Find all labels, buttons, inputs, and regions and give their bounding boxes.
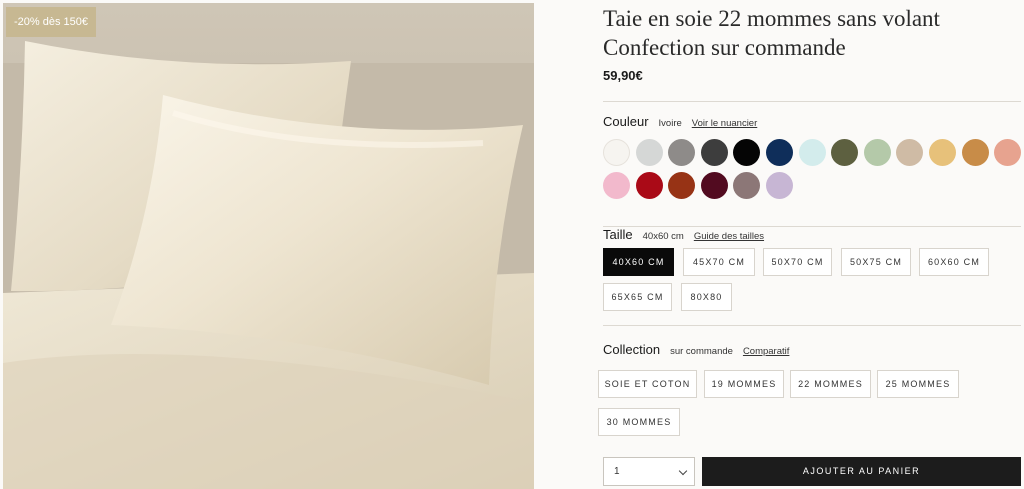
product-price: 59,90€: [603, 68, 643, 83]
color-swatch[interactable]: [733, 172, 761, 199]
color-swatch[interactable]: [765, 139, 793, 166]
color-swatch[interactable]: [733, 139, 761, 166]
divider: [603, 325, 1021, 326]
collection-option-button[interactable]: 30 MOMMES: [598, 408, 680, 436]
color-chart-link[interactable]: Voir le nuancier: [692, 118, 757, 129]
add-to-cart-button[interactable]: AJOUTER AU PANIER: [702, 457, 1021, 486]
color-option-row: Couleur Ivoire Voir le nuancier: [603, 114, 757, 129]
color-swatch[interactable]: [603, 139, 630, 166]
color-swatch[interactable]: [700, 172, 728, 199]
collection-selected-value: sur commande: [670, 346, 733, 357]
size-option-button[interactable]: 50X75 CM: [841, 248, 911, 276]
quantity-select[interactable]: 1: [603, 457, 695, 486]
product-photo: [3, 3, 534, 489]
quantity-value: 1: [614, 466, 620, 477]
comparison-link[interactable]: Comparatif: [743, 346, 789, 357]
color-selected-value: Ivoire: [658, 118, 682, 129]
color-swatch[interactable]: [635, 139, 663, 166]
size-label: Taille: [603, 227, 633, 242]
color-swatch[interactable]: [700, 139, 728, 166]
color-swatch[interactable]: [928, 139, 956, 166]
color-swatch[interactable]: [668, 139, 696, 166]
size-guide-link[interactable]: Guide des tailles: [694, 231, 764, 242]
promo-badge: -20% dès 150€: [6, 7, 96, 37]
color-swatch[interactable]: [994, 139, 1022, 166]
color-swatch[interactable]: [896, 139, 924, 166]
size-selected-value: 40x60 cm: [642, 231, 684, 242]
collection-option-button[interactable]: 19 MOMMES: [704, 370, 784, 398]
color-swatch[interactable]: [961, 139, 989, 166]
color-swatch[interactable]: [831, 139, 859, 166]
size-option-row: Taille 40x60 cm Guide des tailles: [603, 227, 764, 242]
size-option-button[interactable]: 45X70 CM: [683, 248, 755, 276]
collection-option-row: Collection sur commande Comparatif: [603, 342, 789, 357]
product-image: -20% dès 150€: [3, 3, 534, 489]
collection-label: Collection: [603, 342, 661, 357]
collection-option-button[interactable]: 22 MOMMES: [790, 370, 871, 398]
color-label: Couleur: [603, 114, 649, 129]
divider: [603, 101, 1021, 102]
size-option-button[interactable]: 65X65 CM: [603, 283, 672, 311]
size-option-button[interactable]: 60X60 CM: [919, 248, 989, 276]
collection-option-button[interactable]: SOIE ET COTON: [598, 370, 697, 398]
chevron-down-icon: [678, 466, 688, 476]
size-option-button[interactable]: 50X70 CM: [763, 248, 832, 276]
color-swatches: [603, 139, 1023, 199]
product-title: Taie en soie 22 mommes sans volant Confe…: [603, 6, 940, 60]
color-swatch[interactable]: [798, 139, 826, 166]
color-swatch[interactable]: [603, 172, 630, 199]
size-option-button[interactable]: 40X60 CM: [603, 248, 674, 276]
color-swatch[interactable]: [668, 172, 696, 199]
color-swatch[interactable]: [863, 139, 891, 166]
color-swatch[interactable]: [765, 172, 793, 199]
color-swatch[interactable]: [635, 172, 663, 199]
product-details: Taie en soie 22 mommes sans volant Confe…: [598, 0, 1023, 489]
collection-option-button[interactable]: 25 MOMMES: [877, 370, 959, 398]
size-option-button[interactable]: 80X80: [681, 283, 732, 311]
